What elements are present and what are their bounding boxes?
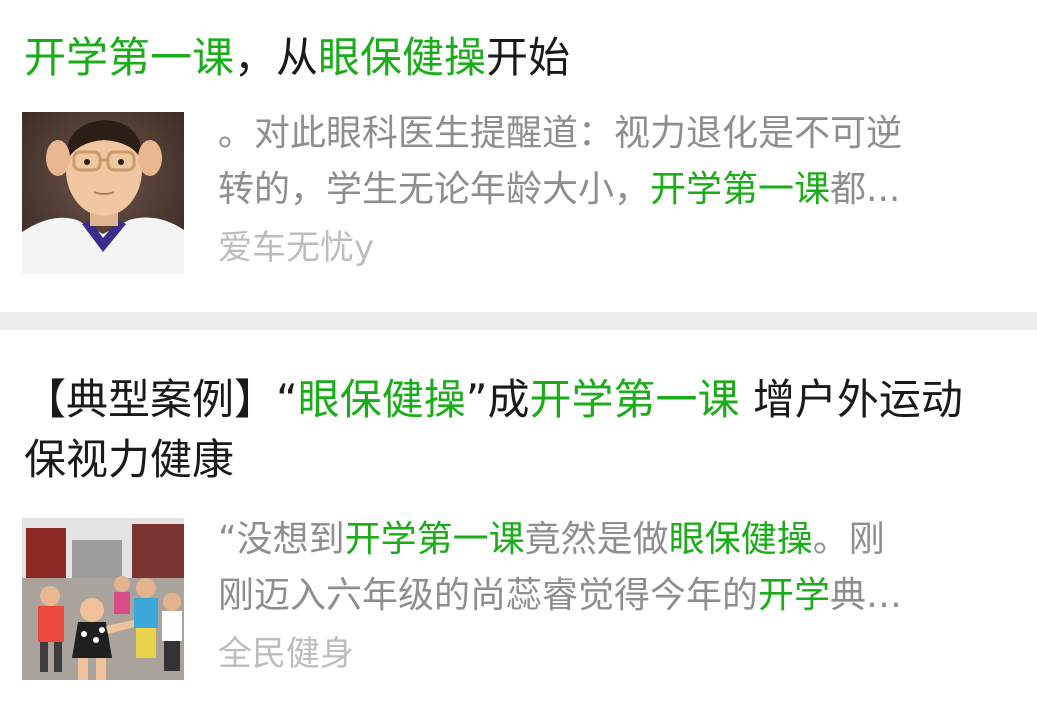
text-run: 【典型案例】“ <box>24 375 298 424</box>
result-title-1[interactable]: 开学第一课，从眼保健操开始 <box>24 28 1001 88</box>
highlighted-keyword: 开学第一课 <box>650 169 831 210</box>
highlighted-keyword: 开学第一课 <box>24 33 235 82</box>
result-title-2[interactable]: 【典型案例】“眼保健操”成开学第一课 增户外运动保视力健康 <box>24 370 1001 490</box>
text-run: “没想到 <box>218 519 345 560</box>
result-card-1[interactable]: 开学第一课，从眼保健操开始 。对此眼科医生提醒道：视力退化是不可逆 转的，学生无… <box>0 0 1037 312</box>
text-run: 刚迈入六年级的尚蕊睿觉得今年的 <box>218 575 759 616</box>
result-source-1: 爱车无忧y <box>218 228 375 268</box>
result-snippet-1: 。对此眼科医生提醒道：视力退化是不可逆 转的，学生无论年龄大小，开学第一课都..… <box>218 106 1008 218</box>
text-run: 开始 <box>486 33 571 82</box>
highlighted-keyword: 开学第一课 <box>344 519 525 560</box>
boy-adjusting-glasses-photo-icon <box>22 112 184 274</box>
snippet-line-1: 。对此眼科医生提醒道：视力退化是不可逆 <box>218 106 1008 162</box>
highlighted-keyword: 开学第一课 <box>529 375 740 424</box>
text-run: 。对此眼科医生提醒道：视力退化是不可逆 <box>218 113 903 154</box>
text-run: ”成 <box>465 375 530 424</box>
highlighted-keyword: 开学 <box>758 575 831 616</box>
text-run: 竟然是做 <box>524 519 669 560</box>
result-divider <box>0 312 1037 330</box>
highlighted-keyword: 眼保健操 <box>318 33 487 82</box>
snippet-line-2: 刚迈入六年级的尚蕊睿觉得今年的开学典… <box>218 568 1008 624</box>
result-snippet-2: “没想到开学第一课竟然是做眼保健操。刚 刚迈入六年级的尚蕊睿觉得今年的开学典… <box>218 512 1008 624</box>
result-card-2[interactable]: 【典型案例】“眼保健操”成开学第一课 增户外运动保视力健康 “没想到开学第一课竟… <box>0 330 1037 702</box>
highlighted-keyword: 眼保健操 <box>297 375 466 424</box>
text-run: 都... <box>830 169 901 210</box>
snippet-line-1: “没想到开学第一课竟然是做眼保健操。刚 <box>218 512 1008 568</box>
text-run: 典… <box>830 575 903 616</box>
result-thumbnail-1[interactable] <box>22 112 184 274</box>
text-run: 。刚 <box>812 519 885 560</box>
text-run: 转的，学生无论年龄大小， <box>218 169 651 210</box>
highlighted-keyword: 眼保健操 <box>668 519 813 560</box>
result-source-2: 全民健身 <box>218 634 354 674</box>
text-run: ，从 <box>234 33 319 82</box>
snippet-line-2: 转的，学生无论年龄大小，开学第一课都... <box>218 162 1008 218</box>
search-results-page: 开学第一课，从眼保健操开始 。对此眼科医生提醒道：视力退化是不可逆 转的，学生无… <box>0 0 1037 702</box>
result-thumbnail-2[interactable] <box>22 518 184 680</box>
children-exercising-outdoors-photo-icon <box>22 518 184 680</box>
